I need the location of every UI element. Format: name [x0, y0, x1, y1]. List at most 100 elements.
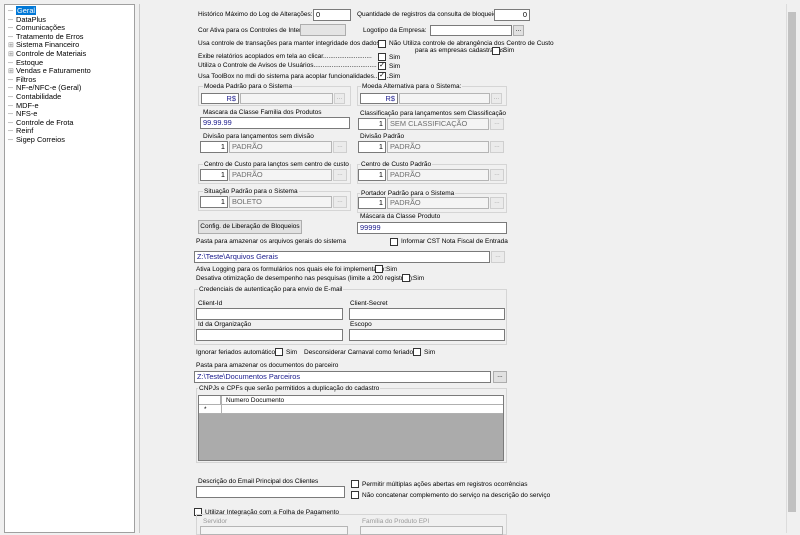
logotipo-input[interactable] — [430, 25, 512, 36]
exibe-sim-label: Sim — [389, 54, 401, 61]
pasta-docs-input[interactable]: Z:\Teste\Documentos Parceiros — [194, 371, 491, 383]
cc-padrao-description: PADRÃO — [387, 169, 489, 181]
servidor-label: Servidor — [203, 518, 228, 525]
pasta-docs-browse-button[interactable]: ... — [493, 371, 507, 383]
client-id-label: Client-Id — [198, 300, 223, 307]
toolbox-sim-label: Sim — [389, 73, 401, 80]
moeda-alt-description — [399, 93, 490, 104]
familia-input[interactable] — [360, 526, 503, 535]
moeda-padrao-input[interactable]: R$ — [201, 93, 239, 104]
scrollbar-thumb[interactable] — [788, 12, 796, 512]
exibe-relatorios-label: Exibe relatórios acoplados em tela ao cl… — [198, 53, 372, 60]
avisos-label: Utiliza o Controle de Avisos de Usuários… — [198, 62, 377, 69]
qtd-registros-label: Quantidade de registros da consulta de b… — [357, 11, 499, 18]
tree-item-label: Sigep Correios — [16, 135, 65, 144]
situacao-label: Situação Padrão para o Sistema — [203, 188, 299, 196]
logotipo-browse-button[interactable]: ... — [513, 25, 524, 36]
divisao-padrao-label: Divisão Padrão — [360, 133, 405, 140]
moeda-alt-lookup-button[interactable]: ... — [491, 93, 502, 104]
pasta-input[interactable]: Z:\Teste\Arquivos Gerais — [194, 251, 490, 263]
mascara-input[interactable]: 99.99.99 — [200, 117, 350, 129]
avisos-checkbox[interactable]: ✓ — [378, 62, 386, 70]
cor-ativa-color-box[interactable] — [300, 24, 346, 36]
client-secret-input[interactable] — [349, 308, 505, 320]
escopo-input[interactable] — [349, 329, 505, 341]
config-liberacao-button[interactable]: Config. de Liberação de Bloqueios — [198, 220, 302, 234]
multiplas-checkbox[interactable] — [351, 480, 359, 488]
abrangencia-checkbox[interactable] — [492, 47, 500, 55]
id-org-input[interactable] — [196, 329, 343, 341]
desativa-checkbox[interactable] — [402, 274, 410, 282]
historico-label: Histórico Máximo do Log de Alterações: — [198, 11, 313, 18]
multiplas-label: Permitir múltiplas ações abertas em regi… — [362, 481, 528, 488]
informar-cst-label: Informar CST Nota Fiscal de Entrada — [401, 238, 508, 245]
cc-sem-code-input[interactable]: 1 — [200, 169, 228, 181]
divisao-sem-lookup-button[interactable]: ... — [333, 141, 347, 153]
grid-new-row[interactable] — [199, 405, 503, 414]
divisao-sem-code-input[interactable]: 1 — [200, 141, 228, 153]
mascara-produto-label: Máscara da Classe Produto — [360, 213, 441, 220]
desconsiderar-checkbox[interactable] — [413, 348, 421, 356]
historico-input[interactable]: 0 — [313, 9, 351, 21]
logging-label: Ativa Logging para os formulários nos qu… — [196, 266, 387, 273]
cc-padrao-label: Centro de Custo Padrão — [360, 161, 433, 169]
moeda-alt-input[interactable]: R$ — [360, 93, 398, 104]
classificacao-description: SEM CLASSIFICAÇÃO — [387, 118, 489, 130]
client-id-input[interactable] — [196, 308, 343, 320]
mascara-produto-input[interactable]: 99999 — [357, 222, 507, 234]
ignorar-feriados-checkbox[interactable] — [275, 348, 283, 356]
portador-lookup-button[interactable]: ... — [490, 197, 504, 209]
cc-sem-lookup-button[interactable]: ... — [333, 169, 347, 181]
grid-column-divider — [221, 396, 222, 414]
cc-sem-label: Centro de Custo para lançtos sem centro … — [203, 161, 350, 169]
situacao-description: BOLETO — [229, 196, 332, 208]
divisao-padrao-lookup-button[interactable]: ... — [490, 141, 504, 153]
pasta-browse-button[interactable]: ... — [491, 251, 505, 263]
ignorar-feriados-label: Ignorar feriados automáticos: — [196, 349, 281, 356]
usa-controle-checkbox[interactable] — [378, 40, 386, 48]
grid-column-numero[interactable]: Numero Documento — [226, 397, 284, 405]
client-secret-label: Client-Secret — [350, 300, 388, 307]
tree-item-sigep-correios[interactable]: ─ Sigep Correios — [8, 135, 65, 144]
grid-new-row-marker: * — [204, 406, 207, 413]
portador-code-input[interactable]: 1 — [358, 197, 386, 209]
logotipo-label: Logotipo da Empresa: — [363, 27, 427, 34]
ignorar-feriados-sim-label: Sim — [286, 349, 298, 356]
nao-concatenar-checkbox[interactable] — [351, 491, 359, 499]
servidor-input[interactable] — [200, 526, 348, 535]
moeda-alt-label: Moeda Alternativa para o Sistema: — [361, 83, 463, 91]
toolbox-checkbox[interactable]: ✓ — [378, 72, 386, 80]
desconsiderar-label: Desconsiderar Carnaval como feriado: — [304, 349, 415, 356]
abrangencia-sim-label: Sim — [503, 47, 515, 54]
toolbox-label: Usa ToolBox no mdi do sistema para acopl… — [198, 73, 391, 80]
pasta-label: Pasta para amazenar os arquivos gerais d… — [196, 238, 346, 245]
cc-padrao-lookup-button[interactable]: ... — [490, 169, 504, 181]
cc-padrao-code-input[interactable]: 1 — [358, 169, 386, 181]
desativa-label: Desativa otimização de desempenho nas pe… — [196, 275, 414, 282]
cc-sem-description: PADRÃO — [229, 169, 332, 181]
desativa-sim-label: Sim — [413, 275, 425, 282]
desconsiderar-sim-label: Sim — [424, 349, 436, 356]
moeda-padrao-label: Moeda Padrão para o Sistema — [203, 83, 294, 91]
situacao-lookup-button[interactable]: ... — [333, 196, 347, 208]
exibe-relatorios-checkbox[interactable] — [378, 53, 386, 61]
familia-label: Família do Produto EPI — [362, 518, 430, 525]
logging-checkbox[interactable] — [375, 265, 383, 273]
classificacao-label: Classificação para lançamentos sem Class… — [360, 110, 506, 117]
moeda-padrao-lookup-button[interactable]: ... — [334, 93, 345, 104]
divisao-padrao-code-input[interactable]: 1 — [358, 141, 386, 153]
qtd-registros-input[interactable]: 0 — [494, 9, 530, 21]
usa-controle-nao-label: Não — [389, 40, 401, 47]
avisos-sim-label: Sim — [389, 63, 401, 70]
portador-description: PADRÃO — [387, 197, 489, 209]
credenciais-label: Credenciais de autenticação para envio d… — [198, 286, 344, 294]
informar-cst-checkbox[interactable] — [390, 238, 398, 246]
id-org-label: Id da Organização — [198, 321, 252, 328]
logging-sim-label: Sim — [386, 266, 398, 273]
mascara-label: Mascara da Classe Familia dos Produtos — [203, 109, 322, 116]
email-desc-input[interactable] — [196, 486, 345, 498]
classificacao-code-input[interactable]: 1 — [358, 118, 386, 130]
classificacao-lookup-button[interactable]: ... — [490, 118, 504, 130]
situacao-code-input[interactable]: 1 — [200, 196, 228, 208]
tree-connector: ─ — [8, 137, 13, 144]
